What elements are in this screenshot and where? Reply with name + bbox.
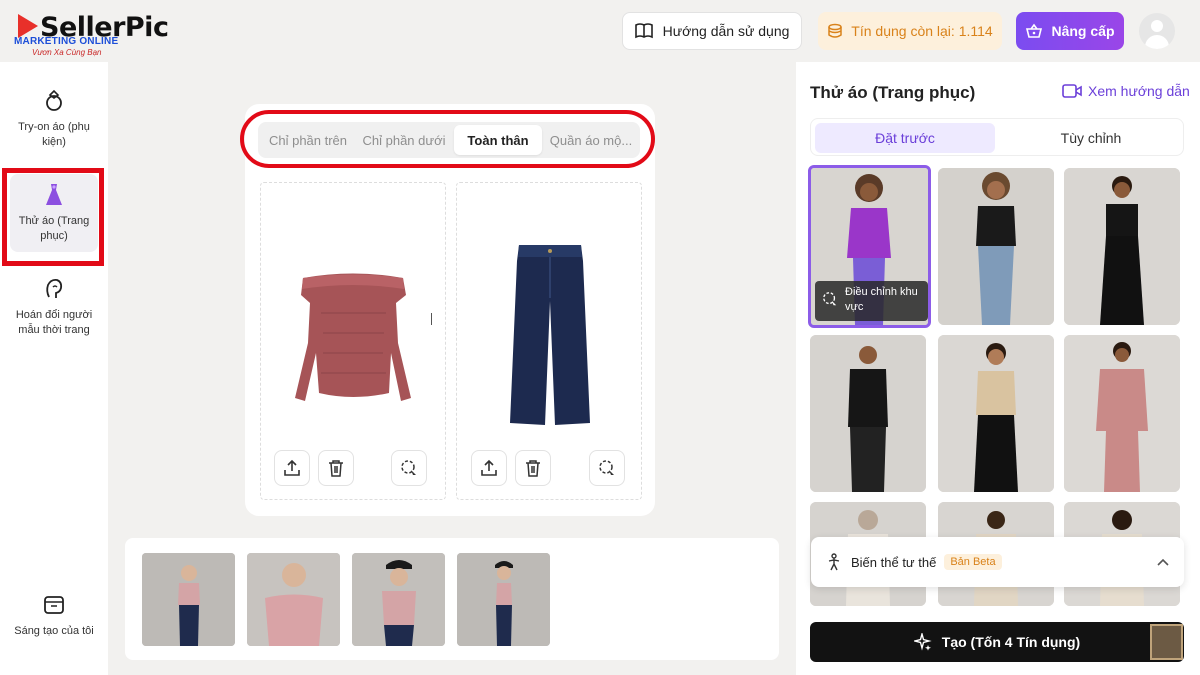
preview-thumbnail bbox=[1150, 624, 1183, 660]
logo[interactable]: SellerPic MARKETING ONLINE Vươn Xa Cùng … bbox=[14, 10, 169, 58]
create-button[interactable]: Tạo (Tốn 4 Tín dụng) bbox=[810, 622, 1184, 662]
credit-label: Tín dụng còn lại: 1.114 bbox=[851, 23, 993, 39]
delete-button[interactable] bbox=[515, 450, 551, 486]
coins-icon bbox=[828, 23, 843, 38]
trash-icon bbox=[526, 460, 540, 477]
sidebar bbox=[0, 62, 108, 675]
highlight-oval bbox=[240, 110, 655, 168]
model-card[interactable] bbox=[938, 168, 1054, 325]
pose-variation-bar[interactable]: Biến thể tư thế Bản Beta bbox=[811, 537, 1184, 587]
model-card-selected[interactable]: Điều chỉnh khu vực bbox=[808, 165, 931, 328]
pose-icon bbox=[828, 553, 840, 571]
model-card[interactable] bbox=[938, 335, 1054, 492]
sidebar-item-label: Try-on áo (phụ kiện) bbox=[18, 121, 90, 148]
upgrade-label: Nâng cấp bbox=[1051, 23, 1115, 39]
box-icon bbox=[41, 592, 67, 618]
sidebar-item-label: Hoán đổi người mẫu thời trang bbox=[15, 309, 93, 336]
delete-button[interactable] bbox=[318, 450, 354, 486]
tab-preset[interactable]: Đặt trước bbox=[815, 123, 995, 153]
model-image bbox=[938, 335, 1054, 492]
trash-icon bbox=[329, 460, 343, 477]
lasso-icon bbox=[401, 460, 416, 475]
beta-badge: Bản Beta bbox=[944, 554, 1002, 570]
model-image bbox=[1064, 335, 1180, 492]
upload-icon bbox=[284, 459, 300, 476]
video-icon bbox=[1062, 84, 1082, 98]
model-image bbox=[1064, 168, 1180, 325]
result-thumbnail[interactable] bbox=[457, 553, 550, 646]
logo-slogan: Vươn Xa Cùng Bạn bbox=[32, 48, 102, 57]
select-area-button[interactable] bbox=[589, 450, 625, 486]
face-swap-icon bbox=[41, 276, 67, 302]
upper-slot-actions bbox=[274, 450, 354, 486]
pose-variation-label: Biến thể tư thế bbox=[851, 554, 937, 570]
sparkle-icon bbox=[913, 633, 932, 651]
model-card[interactable] bbox=[1064, 335, 1180, 492]
model-card[interactable] bbox=[810, 335, 926, 492]
upload-button[interactable] bbox=[274, 450, 310, 486]
user-guide-button[interactable]: Hướng dẫn sử dụng bbox=[622, 12, 802, 50]
lower-slot-actions bbox=[471, 450, 551, 486]
tab-custom[interactable]: Tùy chỉnh bbox=[1001, 123, 1181, 153]
select-area-button[interactable] bbox=[391, 450, 427, 486]
lasso-icon bbox=[822, 291, 838, 312]
tutorial-link[interactable]: Xem hướng dẫn bbox=[1062, 83, 1190, 99]
credit-balance[interactable]: Tín dụng còn lại: 1.114 bbox=[818, 12, 1002, 50]
upload-icon bbox=[481, 459, 497, 476]
upgrade-button[interactable]: Nâng cấp bbox=[1016, 12, 1124, 50]
result-thumbnails bbox=[125, 538, 779, 660]
user-guide-label: Hướng dẫn sử dụng bbox=[662, 23, 790, 39]
lasso-icon bbox=[599, 460, 614, 475]
create-label: Tạo (Tốn 4 Tín dụng) bbox=[941, 634, 1081, 650]
top-bar: SellerPic MARKETING ONLINE Vươn Xa Cùng … bbox=[0, 0, 1200, 62]
adjust-area-label: Điều chỉnh khu vực bbox=[845, 286, 918, 313]
result-thumbnail[interactable] bbox=[352, 553, 445, 646]
result-thumbnail[interactable] bbox=[247, 553, 340, 646]
highlight-box bbox=[2, 168, 104, 266]
adjust-area-chip[interactable]: Điều chỉnh khu vực bbox=[815, 281, 928, 321]
model-image bbox=[938, 168, 1054, 325]
sidebar-item-tryon-accessories[interactable]: Try-on áo (phụ kiện) bbox=[10, 88, 98, 150]
panel-title: Thử áo (Trang phục) bbox=[810, 83, 976, 102]
cursor-icon bbox=[431, 313, 439, 325]
avatar-shoulders bbox=[1145, 35, 1169, 49]
sidebar-item-label: Sáng tạo của tôi bbox=[14, 625, 94, 637]
tutorial-link-label: Xem hướng dẫn bbox=[1088, 83, 1190, 99]
preset-custom-toggle: Đặt trước Tùy chỉnh bbox=[810, 118, 1184, 156]
chevron-up-icon[interactable] bbox=[1156, 557, 1170, 567]
upload-button[interactable] bbox=[471, 450, 507, 486]
model-image bbox=[810, 335, 926, 492]
model-card[interactable] bbox=[1064, 168, 1180, 325]
avatar[interactable] bbox=[1139, 13, 1175, 49]
book-icon bbox=[634, 23, 653, 39]
sidebar-item-my-creations[interactable]: Sáng tạo của tôi bbox=[10, 592, 98, 639]
logo-tagline: MARKETING ONLINE bbox=[14, 36, 119, 47]
result-thumbnail[interactable] bbox=[142, 553, 235, 646]
sidebar-item-model-swap[interactable]: Hoán đổi người mẫu thời trang bbox=[10, 276, 98, 338]
ring-icon bbox=[41, 88, 67, 114]
play-logo-icon bbox=[18, 14, 38, 38]
crown-basket-icon bbox=[1026, 23, 1043, 38]
avatar-head bbox=[1151, 20, 1163, 32]
